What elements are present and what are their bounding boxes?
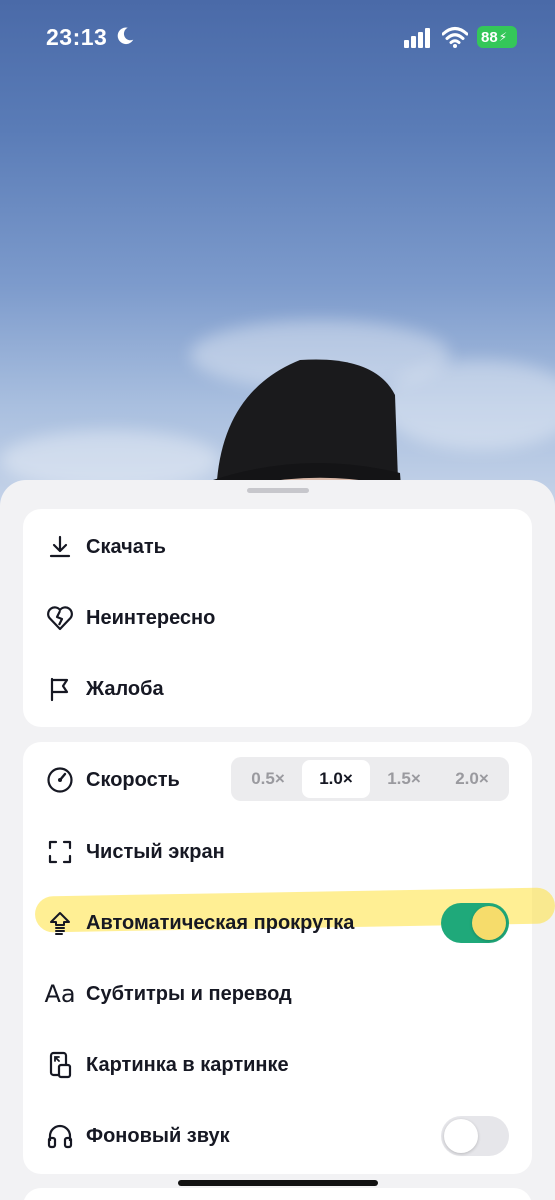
background-audio-item[interactable]: Фоновый звук xyxy=(23,1106,532,1166)
subtitles-label: Субтитры и перевод xyxy=(86,982,292,1005)
broken-heart-icon xyxy=(45,603,75,633)
next-card-peek xyxy=(23,1188,532,1200)
home-indicator[interactable] xyxy=(178,1180,378,1186)
battery-icon: 88 ⚡ xyxy=(477,26,517,48)
flag-icon xyxy=(45,674,75,704)
clear-screen-item[interactable]: Чистый экран xyxy=(23,822,532,882)
not-interested-item[interactable]: Неинтересно xyxy=(23,588,532,648)
status-time: 23:13 xyxy=(46,24,108,50)
speed-label: Скорость xyxy=(86,768,180,791)
signal-icon xyxy=(404,28,430,48)
pip-item[interactable]: Картинка в картинке xyxy=(23,1035,532,1095)
speed-option-1-5[interactable]: 1.5× xyxy=(370,760,438,798)
speed-option-0-5[interactable]: 0.5× xyxy=(234,760,302,798)
pip-label: Картинка в картинке xyxy=(86,1053,289,1076)
subtitles-item[interactable]: Aa Субтитры и перевод xyxy=(23,964,532,1024)
speed-option-2-0[interactable]: 2.0× xyxy=(438,760,506,798)
download-label: Скачать xyxy=(86,535,166,558)
speed-segmented-control[interactable]: 0.5× 1.0× 1.5× 2.0× xyxy=(231,757,509,801)
speedometer-icon xyxy=(45,765,75,795)
clear-screen-label: Чистый экран xyxy=(86,840,225,863)
cloud xyxy=(380,360,555,450)
primary-actions-card: Скачать Неинтересно Жалоба xyxy=(23,509,532,727)
status-bar: 23:13 88 ⚡ xyxy=(0,0,555,72)
toggle-knob xyxy=(444,1119,478,1153)
sheet-grabber[interactable] xyxy=(247,488,309,493)
auto-scroll-toggle[interactable] xyxy=(441,903,509,943)
auto-scroll-label: Автоматическая прокрутка xyxy=(86,911,355,934)
report-label: Жалоба xyxy=(86,677,164,700)
speed-option-1-0[interactable]: 1.0× xyxy=(302,760,370,798)
background-audio-label: Фоновый звук xyxy=(86,1124,230,1147)
download-icon xyxy=(45,532,75,562)
picture-in-picture-icon xyxy=(45,1050,75,1080)
options-sheet: Скачать Неинтересно Жалоба Скорость 0.5×… xyxy=(0,480,555,1200)
toggle-knob xyxy=(472,906,506,940)
auto-scroll-icon xyxy=(45,908,75,938)
wifi-icon xyxy=(442,27,468,48)
moon-icon xyxy=(117,27,134,45)
settings-card: Скорость 0.5× 1.0× 1.5× 2.0× Чистый экра… xyxy=(23,742,555,1174)
report-item[interactable]: Жалоба xyxy=(23,659,532,719)
headphones-icon xyxy=(45,1121,75,1151)
auto-scroll-item[interactable]: Автоматическая прокрутка xyxy=(23,893,532,953)
not-interested-label: Неинтересно xyxy=(86,606,216,629)
background-audio-toggle[interactable] xyxy=(441,1116,509,1156)
download-item[interactable]: Скачать xyxy=(23,517,532,577)
text-aa-icon: Aa xyxy=(44,980,76,1008)
video-background xyxy=(0,0,555,520)
battery-level: 88 xyxy=(481,28,498,46)
frame-icon xyxy=(45,837,75,867)
